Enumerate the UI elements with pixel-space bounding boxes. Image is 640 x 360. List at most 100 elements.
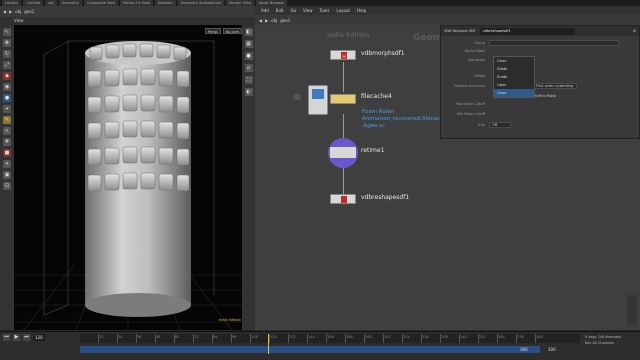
menu-item-go[interactable]: Go <box>291 8 297 13</box>
op-item-close-selected[interactable]: Close <box>494 89 534 97</box>
file-cache-icon[interactable] <box>308 85 328 115</box>
magnet-tool-icon[interactable]: ∩ <box>3 127 11 135</box>
playhead[interactable] <box>268 334 269 354</box>
trim-field[interactable]: Off <box>489 122 511 128</box>
forward-arrow-icon[interactable]: ▶ <box>265 18 268 23</box>
node-name-field[interactable]: vdbreshapesdf1 <box>479 27 575 35</box>
ruler-tick-label: 132 <box>289 335 296 339</box>
node-filecache4[interactable] <box>330 94 356 104</box>
playback-range-bar[interactable] <box>80 346 540 353</box>
handle-tool-icon[interactable]: ◆ <box>3 72 11 80</box>
viewer-path-bar: ◀ ▶ obj geo1 <box>0 6 255 17</box>
viewport-camera-menus: Persp No cam <box>205 28 242 34</box>
grid-tool-icon[interactable]: # <box>3 138 11 146</box>
pose-tool-icon[interactable]: ● <box>3 94 11 102</box>
menu-item-add[interactable]: Add <box>261 8 269 13</box>
node-vdbmorphsdf1[interactable]: ∞ <box>330 50 356 60</box>
camera-tool-icon[interactable]: ▣ <box>3 171 11 179</box>
snap-tool-icon[interactable]: ⌖ <box>3 105 11 113</box>
param-row-alpha-mask: Alpha Mask <box>464 49 485 53</box>
path-segment-geo[interactable]: geo1 <box>24 9 34 14</box>
viewer-right-toolbar: ◧ ▦ ● ⌂ ⛶ ◐ <box>242 25 255 330</box>
parameter-panel: VDB Reshape SDF vdbreshapesdf1 ⚙ Group A… <box>440 25 640 139</box>
net-path-geo[interactable]: geo1 <box>280 18 290 23</box>
svg-text:∞: ∞ <box>342 54 346 60</box>
node-label: vdbmorphsdf1 <box>361 50 405 57</box>
viewer-tab[interactable]: View <box>0 17 255 25</box>
frame-ruler[interactable]: 12 24 36 48 60 72 84 96 108 120 132 144 156 168 180 192… <box>80 334 580 343</box>
node-dots-icon[interactable] <box>293 94 301 100</box>
play-icon[interactable]: ▶ <box>13 334 20 341</box>
edition-status: Indie Edition <box>219 318 241 322</box>
view-tool-icon[interactable]: ◉ <box>3 83 11 91</box>
home-icon[interactable]: ⌂ <box>244 64 253 72</box>
path-segment-obj[interactable]: obj <box>15 9 21 14</box>
param-row-offset: Offset orld Space Units <box>474 74 533 78</box>
ruler-tick-label: 36 <box>137 335 142 339</box>
op-item-open[interactable]: Open <box>494 81 534 89</box>
current-frame-field[interactable]: 120 <box>33 334 45 341</box>
move-tool-icon[interactable]: ✥ <box>3 39 11 47</box>
last-frame-icon[interactable]: ⏭ <box>23 334 30 341</box>
scale-tool-icon[interactable]: ⤢ <box>3 61 11 69</box>
op-item-close[interactable]: Close <box>494 57 534 65</box>
camera-button[interactable]: No cam <box>222 28 242 34</box>
ruler-tick-label: 180 <box>365 335 372 339</box>
menu-item-view[interactable]: View <box>303 8 313 13</box>
ruler-tick-label: 24 <box>118 335 123 339</box>
first-frame-icon[interactable]: ⏮ <box>3 334 10 341</box>
paint-tool-icon[interactable]: ✎ <box>3 116 11 124</box>
ruler-tick-label: 168 <box>346 335 353 339</box>
node-retime1[interactable] <box>328 138 358 168</box>
param-row-trim: Trim Off <box>441 121 640 129</box>
ruler-tick-label: 216 <box>422 335 429 339</box>
menu-item-layout[interactable]: Layout <box>336 8 350 13</box>
ruler-tick-label: 120 <box>270 335 277 339</box>
renorm-accuracy-field[interactable]: First-order upwinding <box>533 83 577 89</box>
render-tool-icon[interactable]: ■ <box>3 149 11 157</box>
visibility-icon[interactable]: ◐ <box>244 88 253 96</box>
group-field[interactable] <box>489 40 619 46</box>
shaded-icon[interactable]: ● <box>244 52 253 60</box>
wire <box>343 62 344 92</box>
op-item-dilate[interactable]: Dilate <box>494 65 534 73</box>
select-tool-icon[interactable]: ↖ <box>3 28 11 36</box>
op-item-erode[interactable]: Erode <box>494 73 534 81</box>
network-sub-label: Indie Edition <box>327 32 370 39</box>
back-arrow-icon[interactable]: ◀ <box>259 18 262 23</box>
light-tool-icon[interactable]: ☀ <box>3 160 11 168</box>
ruler-tick-label: 228 <box>441 335 448 339</box>
3d-viewport[interactable]: Indie Edition <box>14 25 242 330</box>
range-end-b[interactable]: 300 <box>548 347 556 352</box>
forward-arrow-icon[interactable]: ▶ <box>9 9 12 14</box>
menu-item-tools[interactable]: Tools <box>320 8 330 13</box>
node-comment: Foam Roller Animation_recovered.filecach… <box>362 109 451 129</box>
param-row-group: Group <box>441 39 640 47</box>
node-vdbreshapesdf1[interactable] <box>330 194 356 204</box>
network-scroll-gutter[interactable] <box>627 295 637 325</box>
wireframe-icon[interactable]: ▦ <box>244 40 253 48</box>
param-row-renorm: Renorm Accuracy First-order upwinding <box>441 82 640 90</box>
operation-dropdown-menu[interactable]: Close Dilate Erode Open Close <box>493 56 535 98</box>
lock-tool-icon[interactable]: ⊡ <box>3 182 11 190</box>
ruler-tick-label: 108 <box>251 335 258 339</box>
display-options-icon[interactable]: ◧ <box>244 28 253 36</box>
back-arrow-icon[interactable]: ◀ <box>3 9 6 14</box>
rotate-tool-icon[interactable]: ↻ <box>3 50 11 58</box>
ruler-tick-label: 264 <box>498 335 505 339</box>
net-path-obj[interactable]: obj <box>271 18 277 23</box>
menu-item-help[interactable]: Help <box>357 8 366 13</box>
ruler-tick-label: 156 <box>327 335 334 339</box>
menu-item-edit[interactable]: Edit <box>276 8 284 13</box>
range-end-a[interactable]: 300 <box>520 347 528 352</box>
persp-button[interactable]: Persp <box>205 28 221 34</box>
keys-info: 0 keys, 0/0 channels Key All Channels <box>585 334 639 346</box>
frame-icon[interactable]: ⛶ <box>244 76 253 84</box>
ruler-tick-label: 72 <box>194 335 199 339</box>
ruler-tick-label: 96 <box>232 335 237 339</box>
param-row-mask-hint: cutoff to Mask <box>531 94 556 98</box>
ruler-tick-label: 12 <box>99 335 104 339</box>
param-header: VDB Reshape SDF vdbreshapesdf1 ⚙ <box>441 26 639 36</box>
gear-icon[interactable]: ⚙ <box>633 29 639 33</box>
key-all-channels-button[interactable]: Key All Channels <box>585 340 639 346</box>
